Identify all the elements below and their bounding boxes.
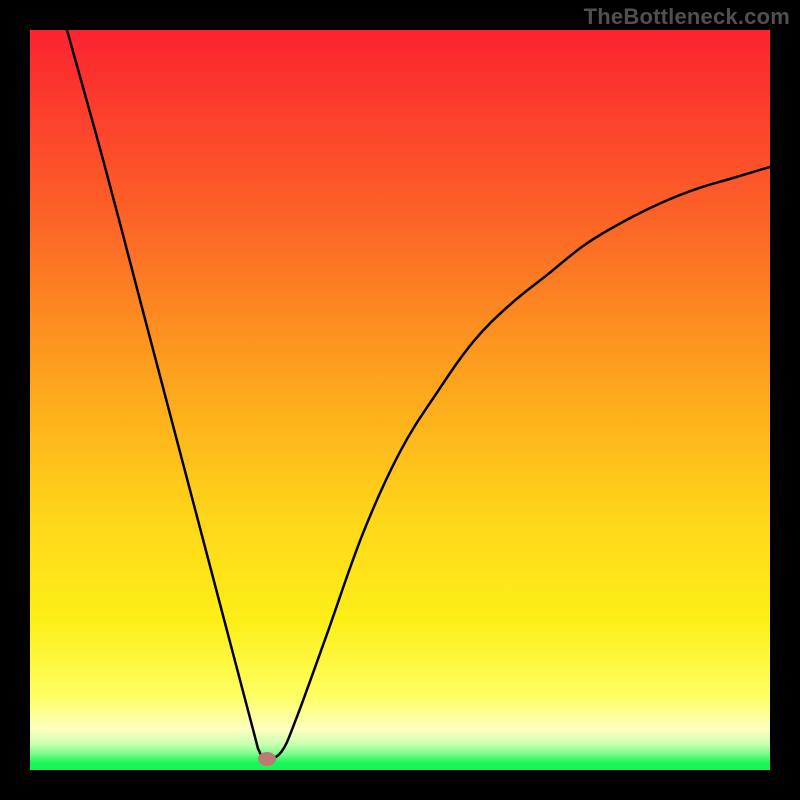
optimal-point-marker <box>258 752 276 766</box>
gradient-background <box>30 30 770 770</box>
chart-frame: TheBottleneck.com <box>0 0 800 800</box>
watermark-text: TheBottleneck.com <box>584 4 790 30</box>
plot-area <box>30 30 770 770</box>
